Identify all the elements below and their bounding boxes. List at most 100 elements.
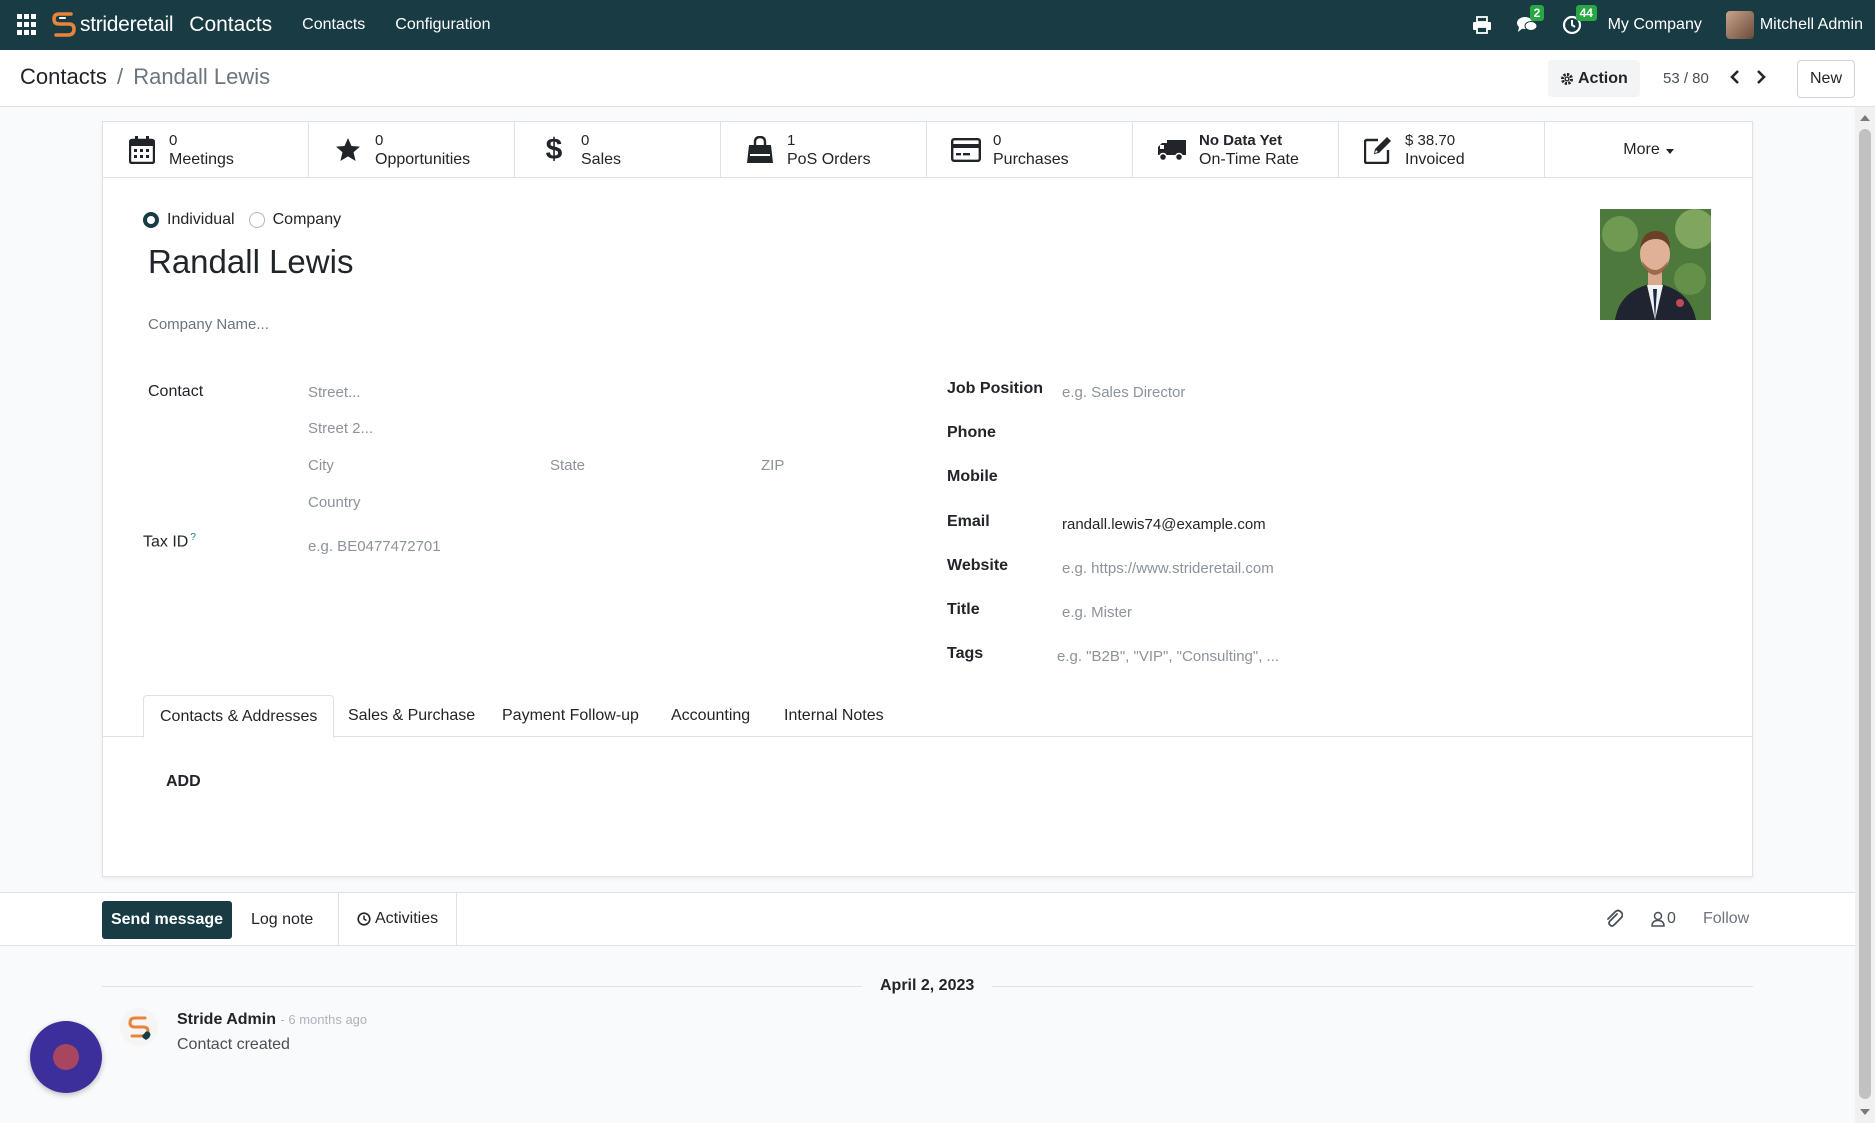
action-label: Action — [1578, 69, 1628, 87]
purchases-count: 0 — [993, 131, 1002, 149]
log-note-button[interactable]: Log note — [251, 901, 313, 939]
tax-id-help-icon[interactable]: ? — [190, 532, 196, 543]
company-radio[interactable] — [248, 212, 265, 228]
on-time-rate-value: No Data Yet — [1199, 131, 1283, 149]
message-author-name[interactable]: Stride Admin — [177, 1011, 276, 1028]
pager-value[interactable]: 53 / 80 — [1663, 70, 1709, 87]
title-select[interactable]: e.g. Mister — [1062, 604, 1132, 621]
zip-input[interactable]: ZIP — [761, 457, 784, 474]
tags-input[interactable]: e.g. "B2B", "VIP", "Consulting", ... — [1057, 648, 1279, 665]
user-name: Mitchell Admin — [1759, 16, 1863, 33]
messages-badge: 2 — [1529, 5, 1545, 21]
activities-button[interactable]: Activities — [338, 893, 458, 945]
street2-input[interactable]: Street 2... — [308, 420, 373, 437]
sales-smart-button[interactable]: $ 0 Sales — [515, 122, 721, 177]
date-separator-line-left — [102, 986, 862, 987]
breadcrumb: Contacts / Randall Lewis — [20, 64, 270, 90]
tab-contacts-addresses[interactable]: Contacts & Addresses — [143, 695, 335, 738]
individual-label[interactable]: Individual — [167, 211, 235, 229]
messages-icon[interactable]: 2 — [1516, 5, 1545, 35]
menu-configuration[interactable]: Configuration — [395, 16, 490, 34]
pos-orders-smart-button[interactable]: 1 PoS Orders — [721, 122, 927, 177]
new-button[interactable]: New — [1797, 60, 1855, 98]
stride-logo-icon — [52, 12, 76, 37]
company-label[interactable]: Company — [273, 211, 341, 229]
mobile-input[interactable] — [1062, 468, 1322, 488]
email-input[interactable]: randall.lewis74@example.com — [1062, 516, 1266, 533]
company-switcher[interactable]: My Company — [1608, 16, 1702, 34]
gear-icon — [1561, 72, 1573, 85]
activities-clock-icon[interactable]: 44 — [1562, 5, 1597, 35]
phone-input[interactable] — [1062, 424, 1322, 444]
date-separator-line-right — [992, 986, 1753, 987]
tab-accounting[interactable]: Accounting — [655, 695, 766, 737]
follow-button[interactable]: Follow — [1703, 893, 1749, 945]
invoiced-smart-button[interactable]: $ 38.70 Invoiced — [1339, 122, 1545, 177]
vertical-scrollbar[interactable] — [1855, 107, 1875, 1123]
company-name-input[interactable]: Company Name... — [148, 316, 269, 333]
clock-icon — [357, 912, 371, 926]
scrollbar-thumb[interactable] — [1859, 129, 1871, 1099]
activities-label: Activities — [375, 910, 439, 927]
tab-internal-notes[interactable]: Internal Notes — [768, 695, 900, 737]
country-select[interactable]: Country — [308, 494, 361, 511]
truck-icon — [1157, 135, 1187, 165]
action-button[interactable]: Action — [1548, 60, 1640, 97]
app-title[interactable]: Contacts — [189, 13, 272, 37]
tab-payment-follow-up[interactable]: Payment Follow-up — [486, 695, 655, 737]
date-separator-label: April 2, 2023 — [880, 977, 975, 994]
message-author-avatar[interactable] — [120, 1008, 158, 1046]
user-menu[interactable]: Mitchell Admin — [1725, 11, 1863, 39]
pos-orders-count: 1 — [787, 131, 796, 149]
city-input[interactable]: City — [308, 457, 334, 474]
pager-previous-button[interactable] — [1725, 64, 1745, 90]
shopping-bag-icon — [745, 135, 775, 165]
form-sheet: 0 Meetings 0 Opportunities $ 0 Sales 1 PoS O… — [102, 121, 1753, 877]
notebook-tabs: Contacts & Addresses Sales & Purchase Pa… — [103, 695, 1752, 738]
meetings-smart-button[interactable]: 0 Meetings — [103, 122, 309, 177]
job-position-label: Job Position — [947, 380, 1043, 397]
message-author[interactable]: Stride Admin - 6 months ago — [177, 1011, 367, 1029]
job-position-input[interactable]: e.g. Sales Director — [1062, 384, 1185, 401]
purchases-smart-button[interactable]: 0 Purchases — [927, 122, 1133, 177]
date-separator: April 2, 2023 — [102, 975, 1753, 997]
floating-assistant-button[interactable] — [30, 1021, 102, 1093]
website-input[interactable]: e.g. https://www.strideretail.com — [1062, 560, 1274, 577]
send-message-button[interactable]: Send message — [102, 901, 232, 939]
apps-menu-icon[interactable] — [17, 14, 39, 36]
state-select[interactable]: State — [550, 457, 585, 474]
contact-photo[interactable] — [1600, 209, 1711, 320]
street-input[interactable]: Street... — [308, 384, 361, 401]
contact-address-label: Contact — [148, 383, 204, 400]
brand-logo[interactable]: strideretail — [51, 10, 174, 40]
scroll-up-arrow-icon[interactable] — [1860, 115, 1870, 121]
purchases-label: Purchases — [993, 150, 1069, 168]
pager-next-button[interactable] — [1751, 64, 1771, 90]
scroll-down-arrow-icon[interactable] — [1860, 1109, 1870, 1115]
contact-name-input[interactable]: Randall Lewis — [148, 243, 353, 281]
opportunities-count: 0 — [375, 131, 384, 149]
top-navbar: strideretail Contacts Contacts Configura… — [0, 0, 1875, 50]
add-contact-button[interactable]: ADD — [166, 773, 201, 791]
attachments-button[interactable] — [1605, 893, 1623, 945]
calendar-icon — [127, 135, 157, 165]
paperclip-icon — [1607, 909, 1623, 927]
opportunities-smart-button[interactable]: 0 Opportunities — [309, 122, 515, 177]
followers-button[interactable]: 0 — [1651, 893, 1676, 945]
more-dropdown-button[interactable]: More — [1545, 122, 1752, 177]
title-label: Title — [947, 601, 980, 618]
smart-buttons-bar: 0 Meetings 0 Opportunities $ 0 Sales 1 PoS O… — [103, 122, 1752, 178]
tax-id-input[interactable]: e.g. BE0477472701 — [308, 538, 441, 555]
opportunities-label: Opportunities — [375, 150, 471, 168]
on-time-rate-smart-button[interactable]: No Data Yet On-Time Rate — [1133, 122, 1339, 177]
tab-sales-purchase[interactable]: Sales & Purchase — [332, 695, 491, 737]
brand-suffix: retail — [129, 13, 174, 36]
meetings-count: 0 — [169, 131, 178, 149]
menu-contacts[interactable]: Contacts — [302, 16, 365, 34]
invoiced-value: $ 38.70 — [1405, 131, 1456, 149]
dollar-icon: $ — [545, 132, 563, 166]
website-label: Website — [947, 557, 1009, 574]
print-icon[interactable] — [1472, 16, 1492, 34]
individual-radio[interactable] — [143, 212, 159, 228]
breadcrumb-contacts-link[interactable]: Contacts — [20, 64, 107, 89]
